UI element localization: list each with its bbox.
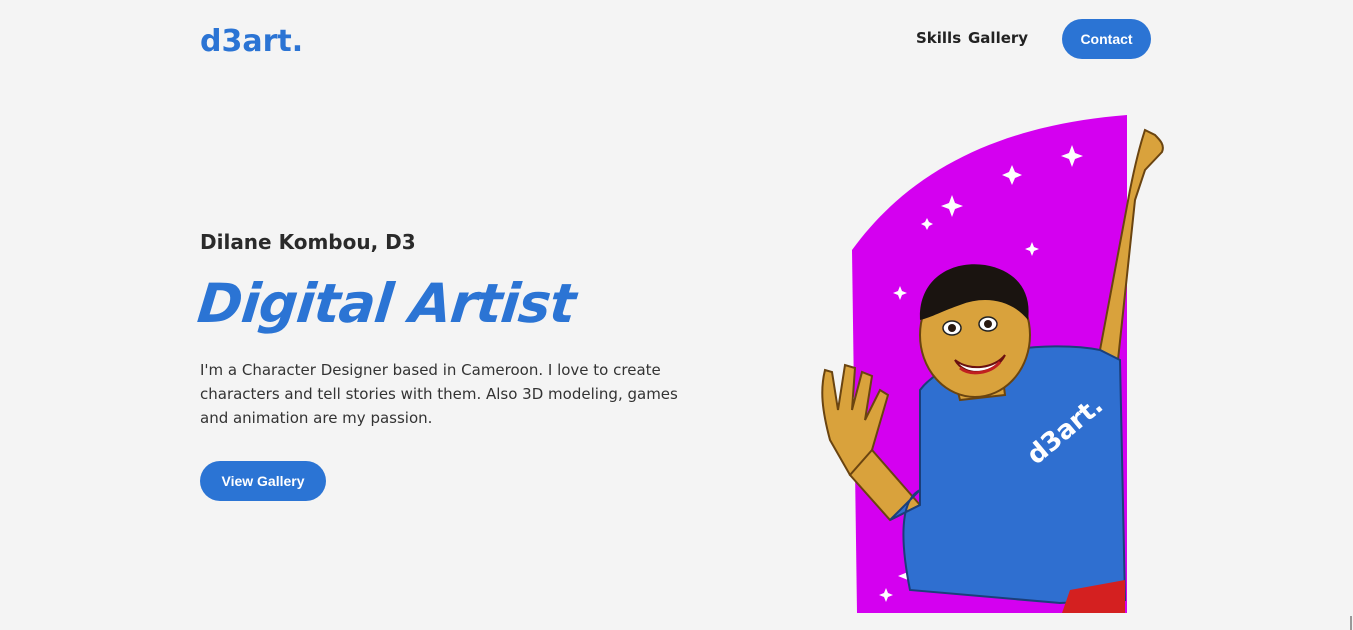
hero-description: I'm a Character Designer based in Camero… [200,361,678,427]
view-gallery-button[interactable]: View Gallery [200,461,326,501]
logo-text: d3art. [200,24,302,56]
character-illustration: d3art. [821,115,1164,613]
contact-button[interactable]: Contact [1062,19,1151,59]
nav-skills-link[interactable]: Skills [916,29,961,47]
hero-name: Dilane Kombou, D3 [200,230,416,254]
brand-logo[interactable]: d3art. [200,22,302,56]
scrollbar-thumb[interactable] [1350,616,1352,630]
left-pupil [948,324,956,332]
right-pupil [984,320,992,328]
hero-title: Digital Artist [194,272,579,335]
nav-gallery-link[interactable]: Gallery [968,29,1028,47]
